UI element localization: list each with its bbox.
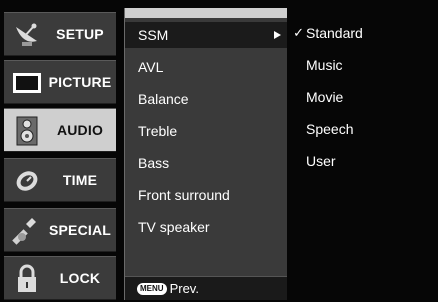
category-setup[interactable]: SETUP <box>4 12 116 56</box>
option-label: Movie <box>306 89 344 105</box>
submenu-item-label: AVL <box>138 59 164 75</box>
submenu-footer: MENU Prev. <box>125 276 287 300</box>
submenu-item-label: TV speaker <box>138 219 210 235</box>
category-label: SPECIAL <box>48 222 112 238</box>
option-label: Speech <box>306 121 354 137</box>
option-standard[interactable]: ✓ Standard <box>288 20 438 46</box>
tv-osd-screen: SETUP PICTURE AUDIO TIME SPECIAL LOCK SS… <box>0 0 438 302</box>
option-label: Standard <box>306 25 363 41</box>
arrow-right-icon <box>274 31 281 39</box>
submenu-item-balance[interactable]: Balance <box>125 86 287 112</box>
category-picture[interactable]: PICTURE <box>4 60 116 104</box>
submenu-top-bar <box>125 8 287 18</box>
option-movie[interactable]: Movie <box>288 84 438 110</box>
submenu-item-front-surround[interactable]: Front surround <box>125 182 287 208</box>
submenu-item-tv-speaker[interactable]: TV speaker <box>125 214 287 240</box>
category-label: AUDIO <box>56 122 104 138</box>
satellite-dish-icon <box>12 20 42 50</box>
option-label: Music <box>306 57 343 73</box>
clock-icon <box>12 166 42 196</box>
menu-button-icon[interactable]: MENU <box>137 282 167 295</box>
wrench-icon <box>12 216 42 246</box>
tv-screen-icon <box>12 68 42 98</box>
category-label: SETUP <box>56 26 104 42</box>
option-speech[interactable]: Speech <box>288 116 438 142</box>
option-label: User <box>306 153 336 169</box>
category-label: TIME <box>62 172 98 188</box>
submenu-item-ssm[interactable]: SSM <box>125 22 287 48</box>
padlock-icon <box>12 264 42 294</box>
submenu-item-bass[interactable]: Bass <box>125 150 287 176</box>
category-label: PICTURE <box>48 74 112 90</box>
category-audio[interactable]: AUDIO <box>4 108 116 152</box>
prev-hint: Prev. <box>169 281 199 296</box>
submenu-item-label: Front surround <box>138 187 230 203</box>
category-lock[interactable]: LOCK <box>4 256 116 300</box>
category-special[interactable]: SPECIAL <box>4 208 116 252</box>
option-user[interactable]: User <box>288 148 438 174</box>
category-label: LOCK <box>59 270 101 286</box>
option-music[interactable]: Music <box>288 52 438 78</box>
submenu-item-label: Treble <box>138 123 178 139</box>
submenu-item-avl[interactable]: AVL <box>125 54 287 80</box>
submenu-item-label: SSM <box>138 27 169 43</box>
audio-submenu: SSM AVL Balance Treble Bass Front surrou… <box>124 8 287 300</box>
check-icon: ✓ <box>293 25 304 40</box>
category-time[interactable]: TIME <box>4 158 116 202</box>
speaker-icon <box>12 116 42 146</box>
submenu-item-label: Balance <box>138 91 189 107</box>
submenu-item-treble[interactable]: Treble <box>125 118 287 144</box>
submenu-item-label: Bass <box>138 155 170 171</box>
